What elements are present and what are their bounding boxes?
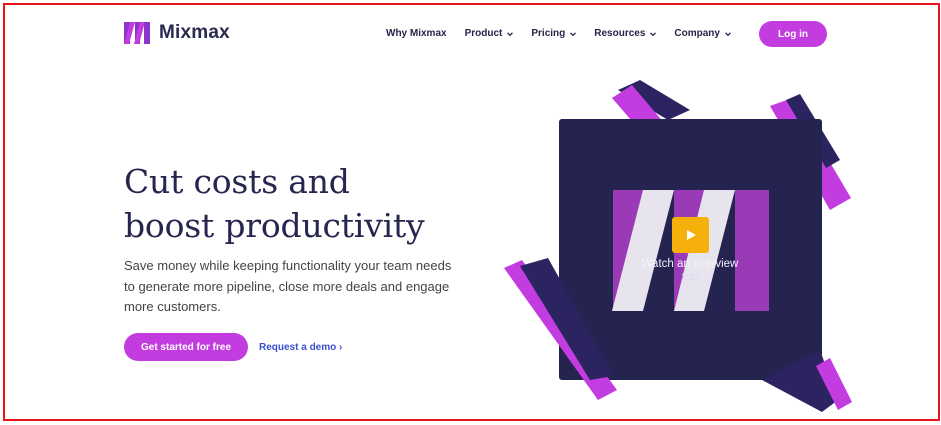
headline-line: boost productivity xyxy=(124,206,425,245)
mixmax-logo[interactable]: Mixmax xyxy=(124,22,230,44)
nav-item-pricing[interactable]: Pricing xyxy=(531,28,577,39)
play-button[interactable] xyxy=(672,217,709,253)
logo-bar xyxy=(735,190,769,311)
nav-item-product[interactable]: Product xyxy=(465,28,514,39)
nav-item-label: Company xyxy=(674,28,720,39)
chevron-down-icon xyxy=(650,31,657,36)
hero-subtext: Save money while keeping functionality y… xyxy=(124,258,452,314)
chevron-down-icon xyxy=(507,31,514,36)
nav-item-why-mixmax[interactable]: Why Mixmax xyxy=(386,28,447,39)
login-button[interactable]: Log in xyxy=(759,21,827,47)
nav-item-label: Resources xyxy=(594,28,646,39)
nav-item-resources[interactable]: Resources xyxy=(594,28,657,39)
video-caption: Watch an overview xyxy=(641,258,739,270)
get-started-button[interactable]: Get started for free xyxy=(124,333,248,361)
request-demo-link[interactable]: Request a demo › xyxy=(259,342,342,353)
chevron-down-icon xyxy=(725,31,731,36)
play-icon xyxy=(686,230,696,240)
nav-item-label: Why Mixmax xyxy=(386,28,447,39)
headline-line: Cut costs and xyxy=(124,162,350,201)
nav-item-company[interactable]: Company xyxy=(674,28,731,39)
mixmax-logo-icon xyxy=(124,22,150,44)
brand-name: Mixmax xyxy=(159,22,230,43)
nav-item-label: Pricing xyxy=(531,28,566,39)
nav-item-label: Product xyxy=(464,28,503,39)
hero-headline: Cut costs and boost productivity xyxy=(124,160,425,248)
chevron-down-icon xyxy=(570,31,577,36)
main-nav: Why Mixmax Product Pricing Resources Com… xyxy=(386,28,749,39)
video-duration: 2:30 xyxy=(681,272,699,282)
